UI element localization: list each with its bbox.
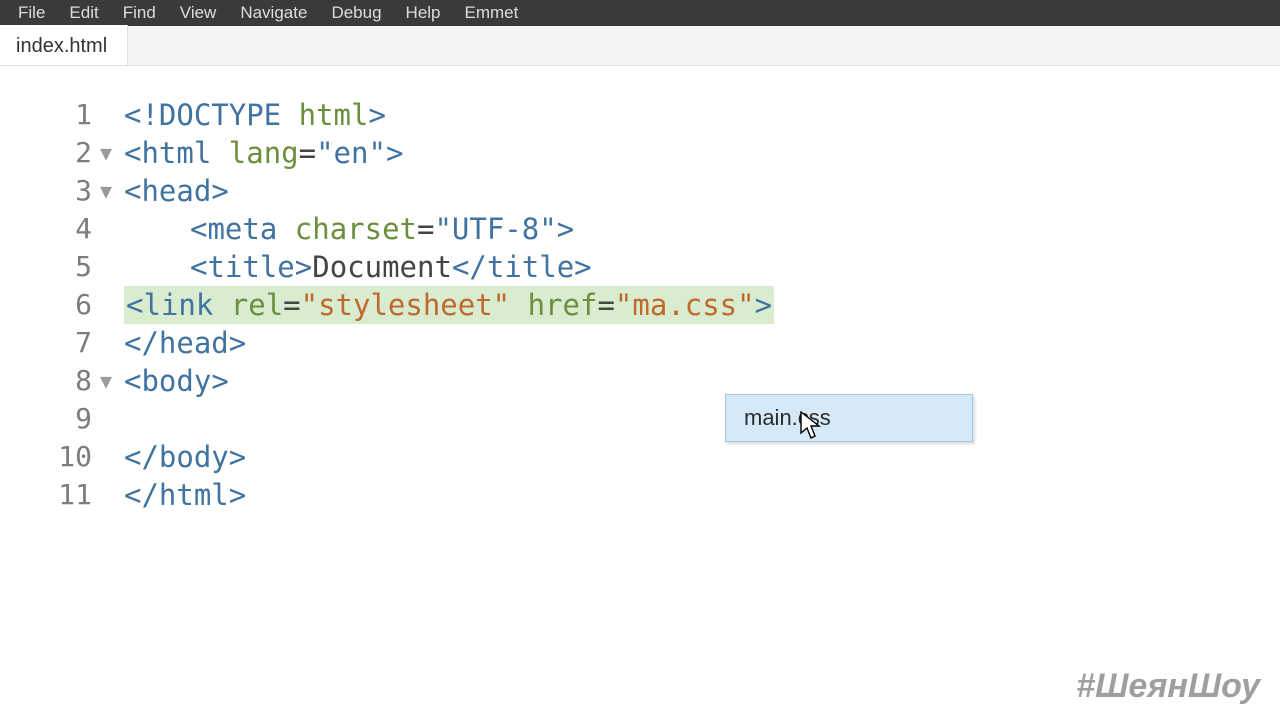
menu-find[interactable]: Find — [111, 1, 168, 25]
menu-help[interactable]: Help — [394, 1, 453, 25]
menu-edit[interactable]: Edit — [57, 1, 110, 25]
menu-emmet[interactable]: Emmet — [453, 1, 531, 25]
code-line-active[interactable]: 6 <link rel="stylesheet" href="ma.css"> — [0, 286, 1280, 324]
code-line[interactable]: 1 <!DOCTYPE html> — [0, 96, 1280, 134]
code-text: <meta charset="UTF-8"> — [124, 210, 574, 248]
code-text: <body> — [124, 362, 229, 400]
tab-bar: index.html — [0, 26, 1280, 66]
line-number: 10 — [0, 438, 100, 476]
autocomplete-item[interactable]: main.css — [726, 395, 972, 441]
line-number: 6 — [0, 286, 100, 324]
menu-file[interactable]: File — [6, 1, 57, 25]
code-line[interactable]: 11 </html> — [0, 476, 1280, 514]
code-text: </body> — [124, 438, 246, 476]
code-line[interactable]: 5 <title>Document</title> — [0, 248, 1280, 286]
code-text: <head> — [124, 172, 229, 210]
line-number: 1 — [0, 96, 100, 134]
code-line[interactable]: 10 </body> — [0, 438, 1280, 476]
code-line[interactable]: 9 — [0, 400, 1280, 438]
line-number: 9 — [0, 400, 100, 438]
menu-view[interactable]: View — [168, 1, 229, 25]
fold-toggle-icon[interactable]: ▼ — [100, 362, 124, 400]
menu-bar: File Edit Find View Navigate Debug Help … — [0, 0, 1280, 26]
line-number: 3 — [0, 172, 100, 210]
line-number: 5 — [0, 248, 100, 286]
line-number: 4 — [0, 210, 100, 248]
code-text: <html lang="en"> — [124, 134, 403, 172]
autocomplete-popup[interactable]: main.css — [725, 394, 973, 442]
fold-toggle-icon[interactable]: ▼ — [100, 172, 124, 210]
code-text: <!DOCTYPE html> — [124, 96, 386, 134]
code-text: </head> — [124, 324, 246, 362]
code-line[interactable]: 7 </head> — [0, 324, 1280, 362]
code-text: <title>Document</title> — [124, 248, 592, 286]
line-number: 8 — [0, 362, 100, 400]
code-line[interactable]: 4 <meta charset="UTF-8"> — [0, 210, 1280, 248]
tab-index-html[interactable]: index.html — [0, 25, 128, 65]
line-number: 2 — [0, 134, 100, 172]
code-line[interactable]: 3 ▼ <head> — [0, 172, 1280, 210]
code-text: <link rel="stylesheet" href="ma.css"> — [124, 286, 774, 324]
code-line[interactable]: 2 ▼ <html lang="en"> — [0, 134, 1280, 172]
fold-toggle-icon[interactable]: ▼ — [100, 134, 124, 172]
watermark-text: #ШеянШоу — [1076, 667, 1260, 706]
code-editor[interactable]: 1 <!DOCTYPE html> 2 ▼ <html lang="en"> 3… — [0, 66, 1280, 514]
code-text: </html> — [124, 476, 246, 514]
menu-navigate[interactable]: Navigate — [228, 1, 319, 25]
menu-debug[interactable]: Debug — [319, 1, 393, 25]
line-number: 7 — [0, 324, 100, 362]
line-number: 11 — [0, 476, 100, 514]
code-line[interactable]: 8 ▼ <body> — [0, 362, 1280, 400]
